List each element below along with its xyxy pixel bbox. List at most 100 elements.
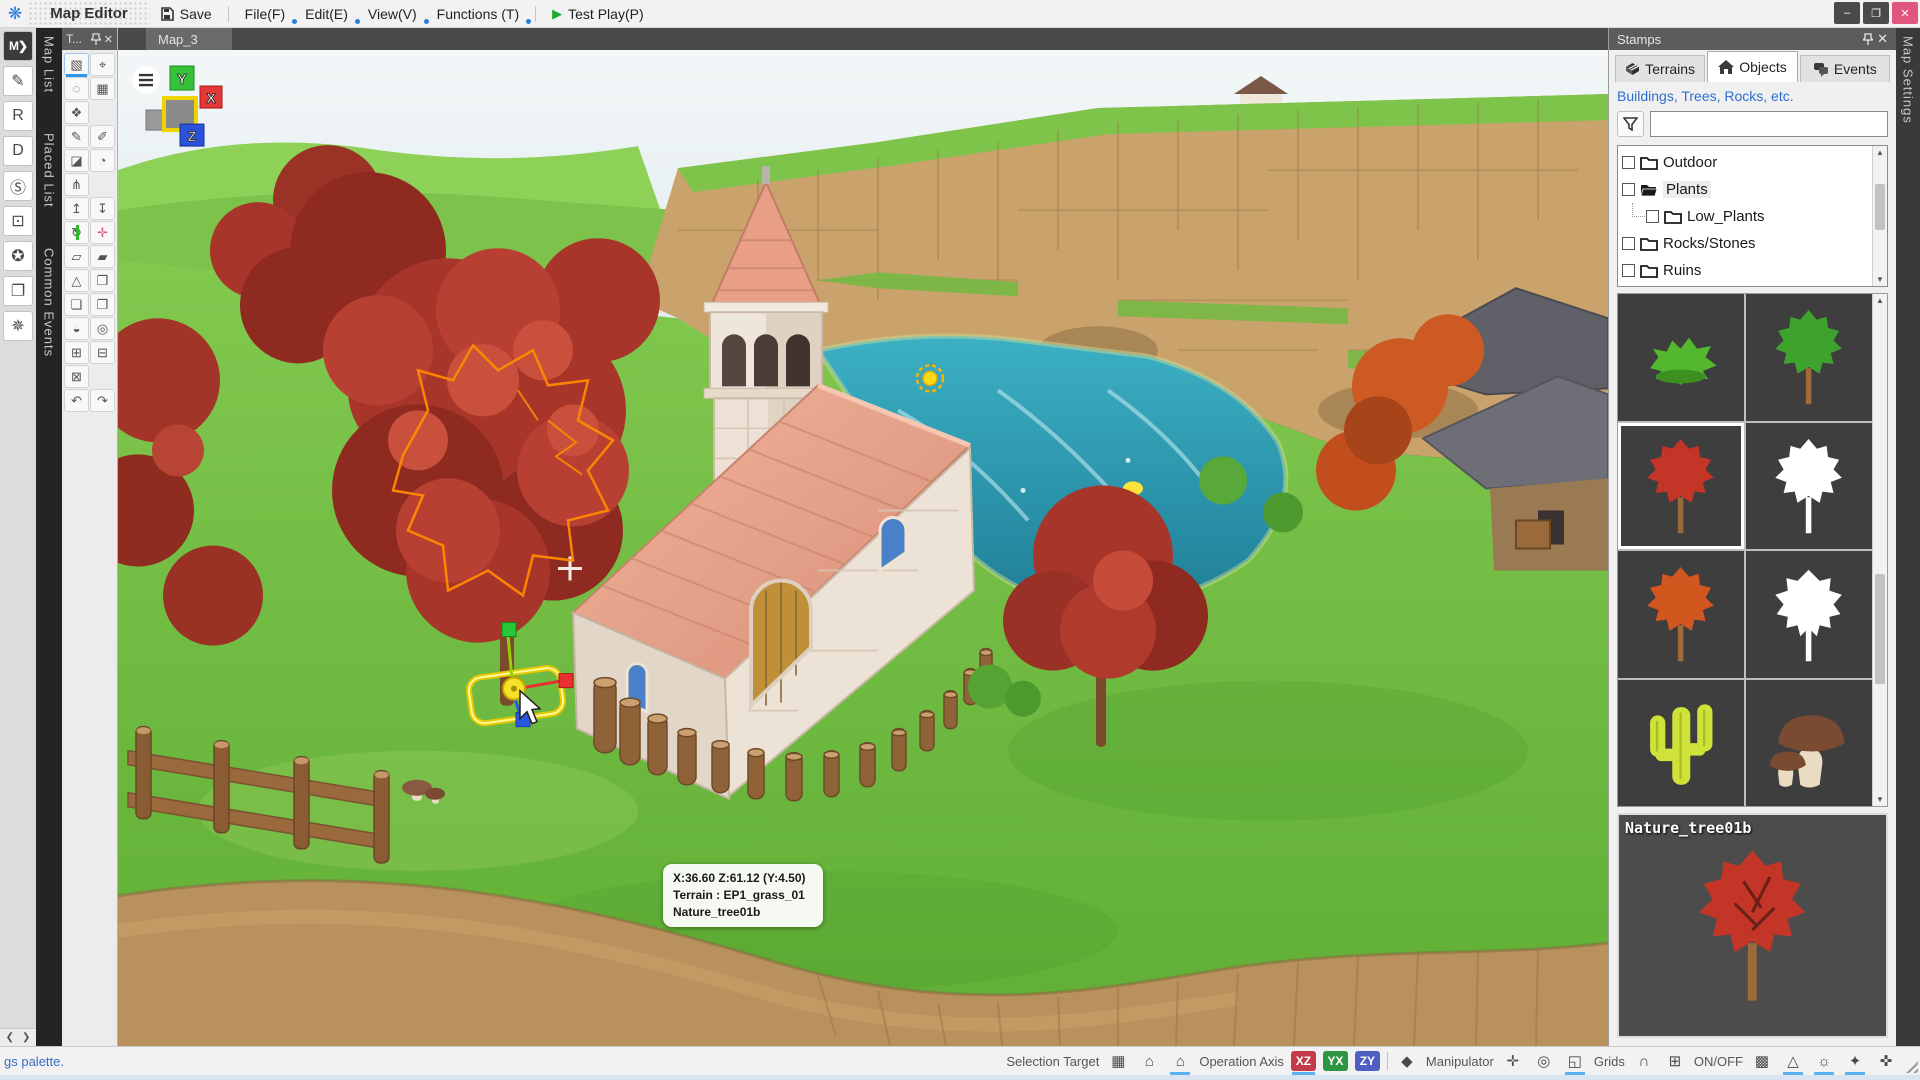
axis-yx-button[interactable]: YX: [1323, 1051, 1348, 1071]
database-mode-button[interactable]: D: [3, 136, 33, 166]
tool-tile-pattern[interactable]: ▦: [90, 77, 115, 100]
scroll-up-arrow[interactable]: ▲: [1876, 148, 1884, 157]
axis-xz-button[interactable]: XZ: [1291, 1051, 1316, 1071]
overlay-grid-button[interactable]: ▩: [1750, 1050, 1774, 1072]
map-canvas[interactable]: Y X Z X:36.60 Z:61.12 (Y:4.50) Terrain :…: [118, 50, 1608, 1046]
tree-item-rocks-stones[interactable]: Rocks/Stones: [1622, 230, 1870, 257]
restore-button[interactable]: ❐: [1863, 2, 1889, 24]
tool-slope-corner[interactable]: ▰: [90, 245, 115, 268]
manipulator-scale-button[interactable]: ◱: [1563, 1050, 1587, 1072]
scroll-thumb[interactable]: [1875, 574, 1885, 684]
stamp-mushroom[interactable]: [1746, 680, 1872, 807]
tree-item-low-plants[interactable]: Low_Plants: [1622, 203, 1870, 230]
tool-prism[interactable]: △: [64, 269, 89, 292]
tool-rotate-object[interactable]: ↻: [64, 221, 89, 244]
tool-box[interactable]: ❒: [90, 269, 115, 292]
terrain-mode-icon[interactable]: ◆: [1395, 1050, 1419, 1072]
tool-dome[interactable]: ◒: [64, 317, 89, 340]
menu-view[interactable]: View(V): [358, 2, 427, 26]
gizmo-handle-red[interactable]: [559, 674, 573, 688]
effects-button[interactable]: ✦: [1843, 1050, 1867, 1072]
tool-stack-copy[interactable]: ❐: [90, 293, 115, 316]
layout-mode-button[interactable]: ❐: [3, 276, 33, 306]
select-objects-button[interactable]: ⌂: [1137, 1050, 1161, 1072]
menu-edit[interactable]: Edit(E): [295, 2, 358, 26]
menu-file[interactable]: File(F): [235, 2, 295, 26]
scroll-down-arrow[interactable]: ▼: [1876, 795, 1884, 804]
tool-delete[interactable]: ⊠: [64, 365, 89, 388]
tool-move-object[interactable]: ✛: [90, 221, 115, 244]
tool-stack[interactable]: ❏: [64, 293, 89, 316]
view-frustum-button[interactable]: △: [1781, 1050, 1805, 1072]
character-mode-button[interactable]: ✵: [3, 311, 33, 341]
tool-raise-terrain[interactable]: ↥: [64, 197, 89, 220]
map-editor-mode-button[interactable]: ✎: [3, 66, 33, 96]
menu-functions[interactable]: Functions (T): [427, 2, 529, 26]
tool-shovel[interactable]: ⋔: [64, 173, 89, 196]
tree-item-outdoor[interactable]: Outdoor: [1622, 149, 1870, 176]
tool-palette-close-icon[interactable]: ✕: [104, 33, 113, 46]
badge-mode-button[interactable]: ✪: [3, 241, 33, 271]
tool-copy[interactable]: ⊞: [64, 341, 89, 364]
minimize-button[interactable]: –: [1834, 2, 1860, 24]
tool-slope[interactable]: ▱: [64, 245, 89, 268]
category-link[interactable]: Buildings, Trees, Rocks, etc.: [1609, 82, 1896, 106]
save-button[interactable]: Save: [150, 2, 222, 26]
filter-button[interactable]: [1617, 111, 1644, 137]
select-terrain-button[interactable]: ▦: [1106, 1050, 1130, 1072]
axis-zy-button[interactable]: ZY: [1355, 1051, 1380, 1071]
tree-item-ruins[interactable]: Ruins: [1622, 257, 1870, 284]
test-play-button[interactable]: ▶ Test Play(P): [542, 2, 653, 26]
tab-common-events[interactable]: Common Events: [42, 248, 57, 357]
stamp-search-input[interactable]: [1650, 111, 1888, 137]
stamp-cactus[interactable]: [1618, 680, 1744, 807]
tab-objects[interactable]: Objects: [1707, 51, 1797, 82]
pin-icon[interactable]: [91, 33, 101, 45]
stamps-close-icon[interactable]: ✕: [1877, 31, 1888, 47]
checkbox[interactable]: [1622, 237, 1635, 250]
tab-map-settings[interactable]: Map Settings: [1901, 36, 1916, 1046]
display-mode-button[interactable]: ⊡: [3, 206, 33, 236]
tab-map-list[interactable]: Map List: [42, 36, 57, 93]
gamepad-button[interactable]: ✜: [1874, 1050, 1898, 1072]
system-mode-button[interactable]: Ⓢ: [3, 171, 33, 201]
stamp-tree-white[interactable]: [1746, 423, 1872, 550]
snap-magnet-button[interactable]: ∩: [1632, 1050, 1656, 1072]
tree-scrollbar[interactable]: ▲ ▼: [1872, 146, 1887, 286]
stamp-tree-red[interactable]: [1618, 423, 1744, 550]
tab-terrains[interactable]: Terrains: [1615, 55, 1705, 82]
pin-icon[interactable]: [1863, 33, 1873, 45]
tool-undo[interactable]: ↶: [64, 389, 89, 412]
close-button[interactable]: ✕: [1892, 2, 1918, 24]
select-both-button[interactable]: ⌂: [1168, 1050, 1192, 1072]
launcher-menu-button[interactable]: M❯: [3, 31, 33, 61]
tool-ring[interactable]: ◎: [90, 317, 115, 340]
gizmo-handle-green[interactable]: [502, 623, 516, 637]
lighting-button[interactable]: ☼: [1812, 1050, 1836, 1072]
tool-select-rect[interactable]: ▧: [64, 53, 89, 76]
tool-redo[interactable]: ↷: [90, 389, 115, 412]
tab-placed-list[interactable]: Placed List: [42, 133, 57, 208]
stamp-tree-white-2[interactable]: [1746, 551, 1872, 678]
resources-mode-button[interactable]: R: [3, 101, 33, 131]
grid-toggle-button[interactable]: ⊞: [1663, 1050, 1687, 1072]
tool-lower-terrain[interactable]: ↧: [90, 197, 115, 220]
scroll-thumb[interactable]: [1875, 184, 1885, 230]
tab-events[interactable]: Events: [1800, 55, 1890, 82]
tool-brush[interactable]: ✐: [90, 125, 115, 148]
tool-grab-object[interactable]: ❖: [64, 101, 89, 124]
tool-fill[interactable]: ◔: [90, 149, 115, 172]
checkbox[interactable]: [1646, 210, 1659, 223]
tool-select-lasso[interactable]: ◌: [64, 77, 89, 100]
scroll-down-arrow[interactable]: ▼: [1876, 275, 1884, 284]
checkbox[interactable]: [1622, 183, 1635, 196]
stamp-tree-green[interactable]: [1746, 294, 1872, 421]
scroll-up-arrow[interactable]: ▲: [1876, 296, 1884, 305]
map-tab[interactable]: Map_3: [146, 28, 232, 50]
checkbox[interactable]: [1622, 156, 1635, 169]
tool-paste[interactable]: ⊟: [90, 341, 115, 364]
stamp-low-plant-green[interactable]: [1618, 294, 1744, 421]
tree-item-plants[interactable]: Plants: [1622, 176, 1870, 203]
stamp-tree-orange[interactable]: [1618, 551, 1744, 678]
tool-eraser[interactable]: ◪: [64, 149, 89, 172]
